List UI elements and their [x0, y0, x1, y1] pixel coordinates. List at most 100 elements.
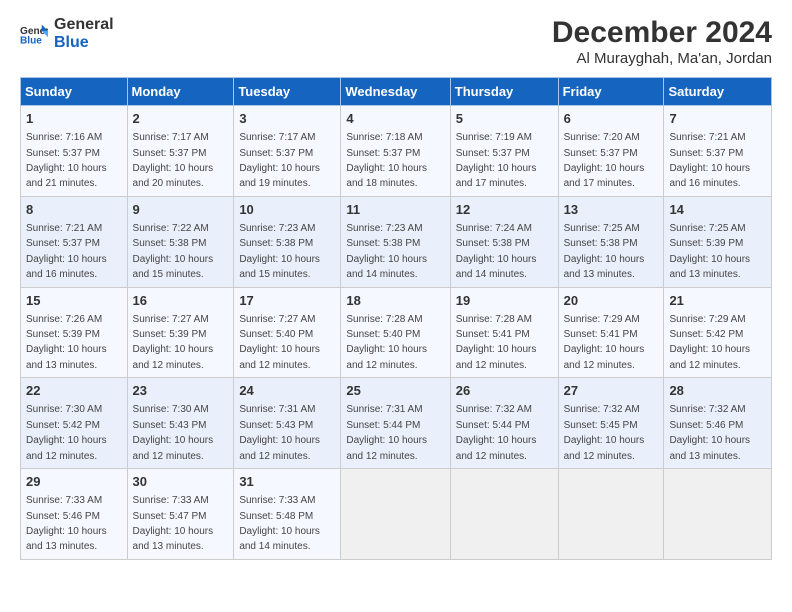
calendar-day-17: 17 Sunrise: 7:27 AM Sunset: 5:40 PM Dayli…: [234, 287, 341, 378]
calendar-day-5: 5 Sunrise: 7:19 AM Sunset: 5:37 PM Daylig…: [450, 106, 558, 197]
calendar-day-11: 11Sunrise: 7:23 AM Sunset: 5:38 PM Dayli…: [341, 196, 450, 287]
day-number: 29: [26, 473, 122, 491]
calendar-header-row: SundayMondayTuesdayWednesdayThursdayFrid…: [21, 78, 772, 106]
day-info: Sunrise: 7:25 AM Sunset: 5:38 PM Dayligh…: [564, 223, 645, 280]
day-info: Sunrise: 7:17 AM Sunset: 5:37 PM Dayligh…: [133, 132, 214, 189]
column-header-monday: Monday: [127, 78, 234, 106]
day-info: Sunrise: 7:19 AM Sunset: 5:37 PM Dayligh…: [456, 132, 537, 189]
day-number: 14: [669, 201, 766, 219]
day-number: 3: [239, 110, 335, 128]
day-number: 30: [133, 473, 229, 491]
day-number: 2: [133, 110, 229, 128]
day-info: Sunrise: 7:21 AM Sunset: 5:37 PM Dayligh…: [669, 132, 750, 189]
calendar-day-25: 25 Sunrise: 7:31 AM Sunset: 5:44 PM Dayli…: [341, 378, 450, 469]
column-header-friday: Friday: [558, 78, 664, 106]
day-number: 21: [669, 292, 766, 310]
day-number: 16: [133, 292, 229, 310]
day-info: Sunrise: 7:28 AM Sunset: 5:40 PM Dayligh…: [346, 314, 427, 371]
day-info: Sunrise: 7:24 AM Sunset: 5:38 PM Dayligh…: [456, 223, 537, 280]
page-header: General Blue General Blue December 2024 …: [20, 16, 772, 67]
calendar-day-4: 4Sunrise: 7:18 AM Sunset: 5:37 PM Daylig…: [341, 106, 450, 197]
day-number: 18: [346, 292, 444, 310]
day-number: 22: [26, 382, 122, 400]
day-number: 7: [669, 110, 766, 128]
day-number: 9: [133, 201, 229, 219]
calendar-day-23: 23Sunrise: 7:30 AM Sunset: 5:43 PM Dayli…: [127, 378, 234, 469]
day-info: Sunrise: 7:33 AM Sunset: 5:46 PM Dayligh…: [26, 495, 107, 552]
calendar-day-13: 13Sunrise: 7:25 AM Sunset: 5:38 PM Dayli…: [558, 196, 664, 287]
day-info: Sunrise: 7:26 AM Sunset: 5:39 PM Dayligh…: [26, 314, 107, 371]
day-number: 12: [456, 201, 553, 219]
calendar-day-1: 1Sunrise: 7:16 AM Sunset: 5:37 PM Daylig…: [21, 106, 128, 197]
day-number: 17: [239, 292, 335, 310]
calendar-week-row: 22 Sunrise: 7:30 AM Sunset: 5:42 PM Dayli…: [21, 378, 772, 469]
svg-text:Blue: Blue: [20, 35, 42, 45]
subtitle: Al Murayghah, Ma'an, Jordan: [552, 50, 772, 67]
day-info: Sunrise: 7:29 AM Sunset: 5:42 PM Dayligh…: [669, 314, 750, 371]
day-number: 24: [239, 382, 335, 400]
calendar-day-31: 31Sunrise: 7:33 AM Sunset: 5:48 PM Dayli…: [234, 469, 341, 560]
day-number: 5: [456, 110, 553, 128]
calendar-day-30: 30 Sunrise: 7:33 AM Sunset: 5:47 PM Dayli…: [127, 469, 234, 560]
day-info: Sunrise: 7:33 AM Sunset: 5:48 PM Dayligh…: [239, 495, 320, 552]
calendar-day-10: 10Sunrise: 7:23 AM Sunset: 5:38 PM Dayli…: [234, 196, 341, 287]
calendar-week-row: 15 Sunrise: 7:26 AM Sunset: 5:39 PM Dayli…: [21, 287, 772, 378]
calendar-day-empty: [341, 469, 450, 560]
day-info: Sunrise: 7:22 AM Sunset: 5:38 PM Dayligh…: [133, 223, 214, 280]
day-info: Sunrise: 7:33 AM Sunset: 5:47 PM Dayligh…: [133, 495, 214, 552]
day-info: Sunrise: 7:20 AM Sunset: 5:37 PM Dayligh…: [564, 132, 645, 189]
day-info: Sunrise: 7:31 AM Sunset: 5:44 PM Dayligh…: [346, 404, 427, 461]
day-info: Sunrise: 7:30 AM Sunset: 5:43 PM Dayligh…: [133, 404, 214, 461]
day-info: Sunrise: 7:16 AM Sunset: 5:37 PM Dayligh…: [26, 132, 107, 189]
day-number: 6: [564, 110, 659, 128]
day-info: Sunrise: 7:32 AM Sunset: 5:45 PM Dayligh…: [564, 404, 645, 461]
day-info: Sunrise: 7:28 AM Sunset: 5:41 PM Dayligh…: [456, 314, 537, 371]
day-info: Sunrise: 7:23 AM Sunset: 5:38 PM Dayligh…: [346, 223, 427, 280]
calendar-day-empty: [664, 469, 772, 560]
calendar-day-empty: [450, 469, 558, 560]
logo-blue-text: Blue: [54, 34, 114, 52]
day-number: 10: [239, 201, 335, 219]
calendar-day-3: 3Sunrise: 7:17 AM Sunset: 5:37 PM Daylig…: [234, 106, 341, 197]
calendar-day-29: 29 Sunrise: 7:33 AM Sunset: 5:46 PM Dayli…: [21, 469, 128, 560]
calendar-day-15: 15 Sunrise: 7:26 AM Sunset: 5:39 PM Dayli…: [21, 287, 128, 378]
day-info: Sunrise: 7:21 AM Sunset: 5:37 PM Dayligh…: [26, 223, 107, 280]
calendar-day-12: 12 Sunrise: 7:24 AM Sunset: 5:38 PM Dayli…: [450, 196, 558, 287]
calendar-day-empty: [558, 469, 664, 560]
calendar-day-22: 22 Sunrise: 7:30 AM Sunset: 5:42 PM Dayli…: [21, 378, 128, 469]
day-number: 4: [346, 110, 444, 128]
day-number: 26: [456, 382, 553, 400]
day-info: Sunrise: 7:27 AM Sunset: 5:39 PM Dayligh…: [133, 314, 214, 371]
day-number: 15: [26, 292, 122, 310]
generalblue-logo-icon: General Blue: [20, 23, 48, 45]
column-header-saturday: Saturday: [664, 78, 772, 106]
calendar-day-2: 2 Sunrise: 7:17 AM Sunset: 5:37 PM Daylig…: [127, 106, 234, 197]
day-info: Sunrise: 7:30 AM Sunset: 5:42 PM Dayligh…: [26, 404, 107, 461]
calendar-day-21: 21 Sunrise: 7:29 AM Sunset: 5:42 PM Dayli…: [664, 287, 772, 378]
column-header-wednesday: Wednesday: [341, 78, 450, 106]
calendar-week-row: 29 Sunrise: 7:33 AM Sunset: 5:46 PM Dayli…: [21, 469, 772, 560]
day-info: Sunrise: 7:25 AM Sunset: 5:39 PM Dayligh…: [669, 223, 750, 280]
calendar-table: SundayMondayTuesdayWednesdayThursdayFrid…: [20, 77, 772, 560]
day-info: Sunrise: 7:29 AM Sunset: 5:41 PM Dayligh…: [564, 314, 645, 371]
calendar-day-27: 27 Sunrise: 7:32 AM Sunset: 5:45 PM Dayli…: [558, 378, 664, 469]
calendar-day-14: 14 Sunrise: 7:25 AM Sunset: 5:39 PM Dayli…: [664, 196, 772, 287]
calendar-day-20: 20Sunrise: 7:29 AM Sunset: 5:41 PM Dayli…: [558, 287, 664, 378]
calendar-day-8: 8 Sunrise: 7:21 AM Sunset: 5:37 PM Daylig…: [21, 196, 128, 287]
day-number: 28: [669, 382, 766, 400]
column-header-thursday: Thursday: [450, 78, 558, 106]
calendar-day-16: 16 Sunrise: 7:27 AM Sunset: 5:39 PM Dayli…: [127, 287, 234, 378]
day-number: 27: [564, 382, 659, 400]
calendar-week-row: 8 Sunrise: 7:21 AM Sunset: 5:37 PM Daylig…: [21, 196, 772, 287]
day-number: 8: [26, 201, 122, 219]
logo: General Blue General Blue: [20, 16, 114, 51]
calendar-week-row: 1Sunrise: 7:16 AM Sunset: 5:37 PM Daylig…: [21, 106, 772, 197]
day-number: 25: [346, 382, 444, 400]
day-number: 19: [456, 292, 553, 310]
calendar-day-19: 19 Sunrise: 7:28 AM Sunset: 5:41 PM Dayli…: [450, 287, 558, 378]
main-title: December 2024: [552, 16, 772, 50]
calendar-day-6: 6 Sunrise: 7:20 AM Sunset: 5:37 PM Daylig…: [558, 106, 664, 197]
column-header-sunday: Sunday: [21, 78, 128, 106]
day-info: Sunrise: 7:27 AM Sunset: 5:40 PM Dayligh…: [239, 314, 320, 371]
day-info: Sunrise: 7:32 AM Sunset: 5:44 PM Dayligh…: [456, 404, 537, 461]
